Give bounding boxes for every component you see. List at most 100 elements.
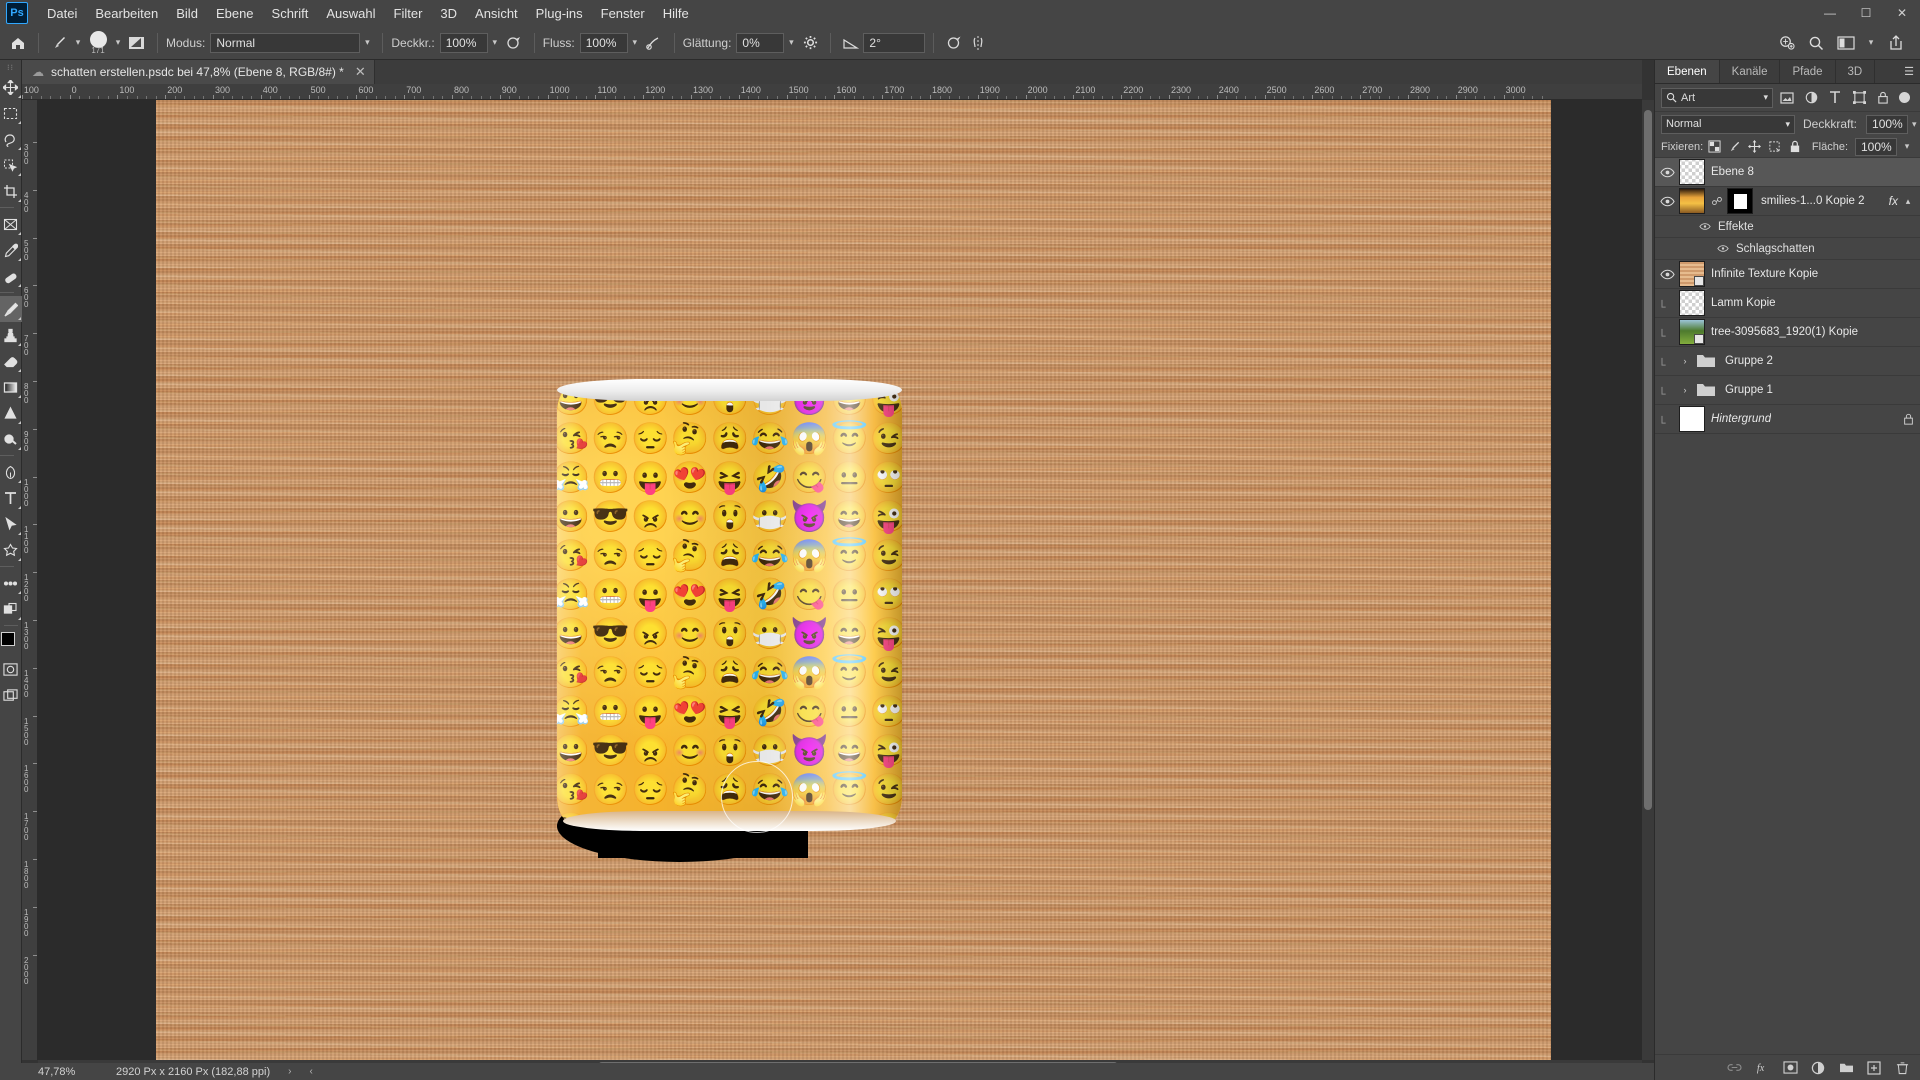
close-button[interactable]: ✕ xyxy=(1884,0,1920,26)
shape-filter-icon[interactable] xyxy=(1849,88,1869,108)
smoothing-chevron-down-icon[interactable]: ▾ xyxy=(784,33,798,53)
status-next-icon[interactable]: › xyxy=(288,1066,291,1077)
export-icon[interactable] xyxy=(1884,31,1908,55)
path-selection-tool[interactable] xyxy=(0,511,22,537)
horizontal-ruler[interactable]: 2001000100200300400500600700800900100011… xyxy=(22,84,1642,100)
mask-link-icon[interactable]: ☍ xyxy=(1711,195,1723,208)
chevron-down-icon[interactable]: ▾ xyxy=(1785,119,1790,130)
opacity-chevron-down-icon[interactable]: ▾ xyxy=(488,33,502,53)
canvas-vertical-scrollbar[interactable] xyxy=(1642,100,1654,1060)
adjustment-layer-icon[interactable] xyxy=(1809,1059,1827,1077)
gear-icon[interactable] xyxy=(798,31,822,55)
layer-list[interactable]: Ebene 8 ☍ smilies-1...0 Kopie 2 fx ▴ Effekte S… xyxy=(1655,158,1920,863)
workspace-chevron-down-icon[interactable]: ▾ xyxy=(1864,33,1878,53)
type-tool[interactable] xyxy=(0,485,22,511)
layer-effect-row[interactable]: Effekte xyxy=(1655,216,1920,238)
angle-input[interactable]: 2° xyxy=(863,32,926,53)
layer-row[interactable]: Ebene 8 xyxy=(1655,158,1920,187)
shape-tool[interactable] xyxy=(0,537,22,563)
eyedropper-tool[interactable] xyxy=(0,237,22,263)
tab-ebenen[interactable]: Ebenen xyxy=(1655,60,1720,83)
opacity-input[interactable]: 100% xyxy=(439,32,488,53)
layer-effect-row[interactable]: Schlagschatten xyxy=(1655,238,1920,260)
brush-settings-chevron-down-icon[interactable]: ▾ xyxy=(111,33,125,53)
menu-ebene[interactable]: Ebene xyxy=(207,2,263,25)
layer-name[interactable]: Gruppe 2 xyxy=(1725,355,1773,367)
crop-tool[interactable] xyxy=(0,178,22,204)
foreground-color-swatch[interactable] xyxy=(0,632,15,646)
menu-fenster[interactable]: Fenster xyxy=(592,2,654,25)
clone-stamp-tool[interactable] xyxy=(0,322,22,348)
edit-toolbar[interactable] xyxy=(0,596,22,622)
menu-bild[interactable]: Bild xyxy=(167,2,207,25)
layer-name[interactable]: smilies-1...0 Kopie 2 xyxy=(1761,195,1865,207)
mode-chevron-down-icon[interactable]: ▾ xyxy=(360,33,374,53)
lock-position-icon[interactable] xyxy=(1746,138,1763,155)
layer-name[interactable]: Infinite Texture Kopie xyxy=(1711,268,1818,280)
lock-all-icon[interactable] xyxy=(1786,138,1803,155)
more-tools[interactable] xyxy=(0,570,22,596)
menu-ansicht[interactable]: Ansicht xyxy=(466,2,527,25)
scrollbar-thumb[interactable] xyxy=(1644,110,1652,810)
chevron-up-icon[interactable]: ▴ xyxy=(1902,196,1914,207)
link-layers-icon[interactable] xyxy=(1725,1059,1743,1077)
new-group-icon[interactable] xyxy=(1837,1059,1855,1077)
gradient-tool[interactable] xyxy=(0,374,22,400)
layer-visibility-toggle[interactable] xyxy=(1655,289,1679,318)
menu-plug-ins[interactable]: Plug-ins xyxy=(527,2,592,25)
layer-row[interactable]: ☍ smilies-1...0 Kopie 2 fx ▴ xyxy=(1655,187,1920,216)
layer-name[interactable]: tree-3095683_1920(1) Kopie xyxy=(1711,326,1858,338)
rectangular-marquee-tool[interactable] xyxy=(0,100,22,126)
lock-image-icon[interactable] xyxy=(1726,138,1743,155)
group-expand-icon[interactable]: › xyxy=(1679,385,1691,395)
filter-toggle[interactable] xyxy=(1899,92,1910,103)
eraser-tool[interactable] xyxy=(0,348,22,374)
layer-fill-chevron-down-icon[interactable]: ▾ xyxy=(1900,137,1914,157)
layer-row[interactable]: › Gruppe 1 xyxy=(1655,376,1920,405)
menu-3d[interactable]: 3D xyxy=(431,2,466,25)
layer-opacity-input[interactable]: 100% xyxy=(1866,114,1909,134)
blend-mode-select[interactable]: Normal ▾ xyxy=(1661,114,1795,134)
move-tool[interactable] xyxy=(0,74,22,100)
pressure-opacity-icon[interactable] xyxy=(502,31,526,55)
layer-visibility-toggle[interactable] xyxy=(1655,260,1679,289)
flow-control[interactable]: 100% ▾ xyxy=(579,32,642,53)
pixel-filter-icon[interactable] xyxy=(1777,88,1797,108)
menu-schrift[interactable]: Schrift xyxy=(263,2,318,25)
frame-tool[interactable] xyxy=(0,211,22,237)
canvas-area[interactable]: 😀😎😠😊😲😷😈😄😜😘😒😔🤔😩😂😱😇😉😤😬😛😍😝🤣😋😐🙄😀😎😠😊😲😷😈😄😜😘😒😔🤔… xyxy=(38,100,1642,1060)
layer-name[interactable]: Hintergrund xyxy=(1711,413,1771,425)
home-icon[interactable] xyxy=(6,31,30,55)
layer-thumbnail[interactable] xyxy=(1679,319,1705,345)
layer-visibility-toggle[interactable] xyxy=(1655,318,1679,347)
tab-3d[interactable]: 3D xyxy=(1836,60,1876,83)
layer-thumbnail[interactable] xyxy=(1679,188,1705,214)
pen-tool[interactable] xyxy=(0,459,22,485)
layer-row[interactable]: Infinite Texture Kopie xyxy=(1655,260,1920,289)
layer-opacity-chevron-down-icon[interactable]: ▾ xyxy=(1912,114,1917,134)
smoothing-control[interactable]: 0% ▾ xyxy=(736,32,798,53)
menu-filter[interactable]: Filter xyxy=(385,2,432,25)
menu-bearbeiten[interactable]: Bearbeiten xyxy=(86,2,167,25)
layer-visibility-toggle[interactable] xyxy=(1655,187,1679,216)
brush-panel-icon[interactable] xyxy=(125,31,149,55)
new-layer-icon[interactable] xyxy=(1865,1059,1883,1077)
dodge-tool[interactable] xyxy=(0,426,22,452)
layer-effects-icon[interactable]: fx xyxy=(1889,194,1902,208)
layer-thumbnail[interactable] xyxy=(1679,290,1705,316)
object-selection-tool[interactable] xyxy=(0,152,22,178)
pressure-size-icon[interactable] xyxy=(942,31,966,55)
document-tab[interactable]: ☁ schatten erstellen.psdc bei 47,8% (Ebe… xyxy=(22,60,375,84)
search-icon[interactable] xyxy=(1804,31,1828,55)
status-prev-icon[interactable]: ‹ xyxy=(309,1066,312,1077)
mode-value[interactable]: Normal xyxy=(210,32,361,53)
smart-object-filter-icon[interactable] xyxy=(1873,88,1893,108)
lasso-tool[interactable] xyxy=(0,126,22,152)
layer-visibility-toggle[interactable] xyxy=(1655,158,1679,187)
healing-brush-tool[interactable] xyxy=(0,263,22,289)
layer-mask-thumbnail[interactable] xyxy=(1727,188,1753,214)
toolbar-grip[interactable]: ⁝⁝ xyxy=(7,64,14,74)
opacity-control[interactable]: 100% ▾ xyxy=(439,32,502,53)
workspace-icon[interactable] xyxy=(1834,31,1858,55)
layer-style-icon[interactable]: fx xyxy=(1753,1059,1771,1077)
